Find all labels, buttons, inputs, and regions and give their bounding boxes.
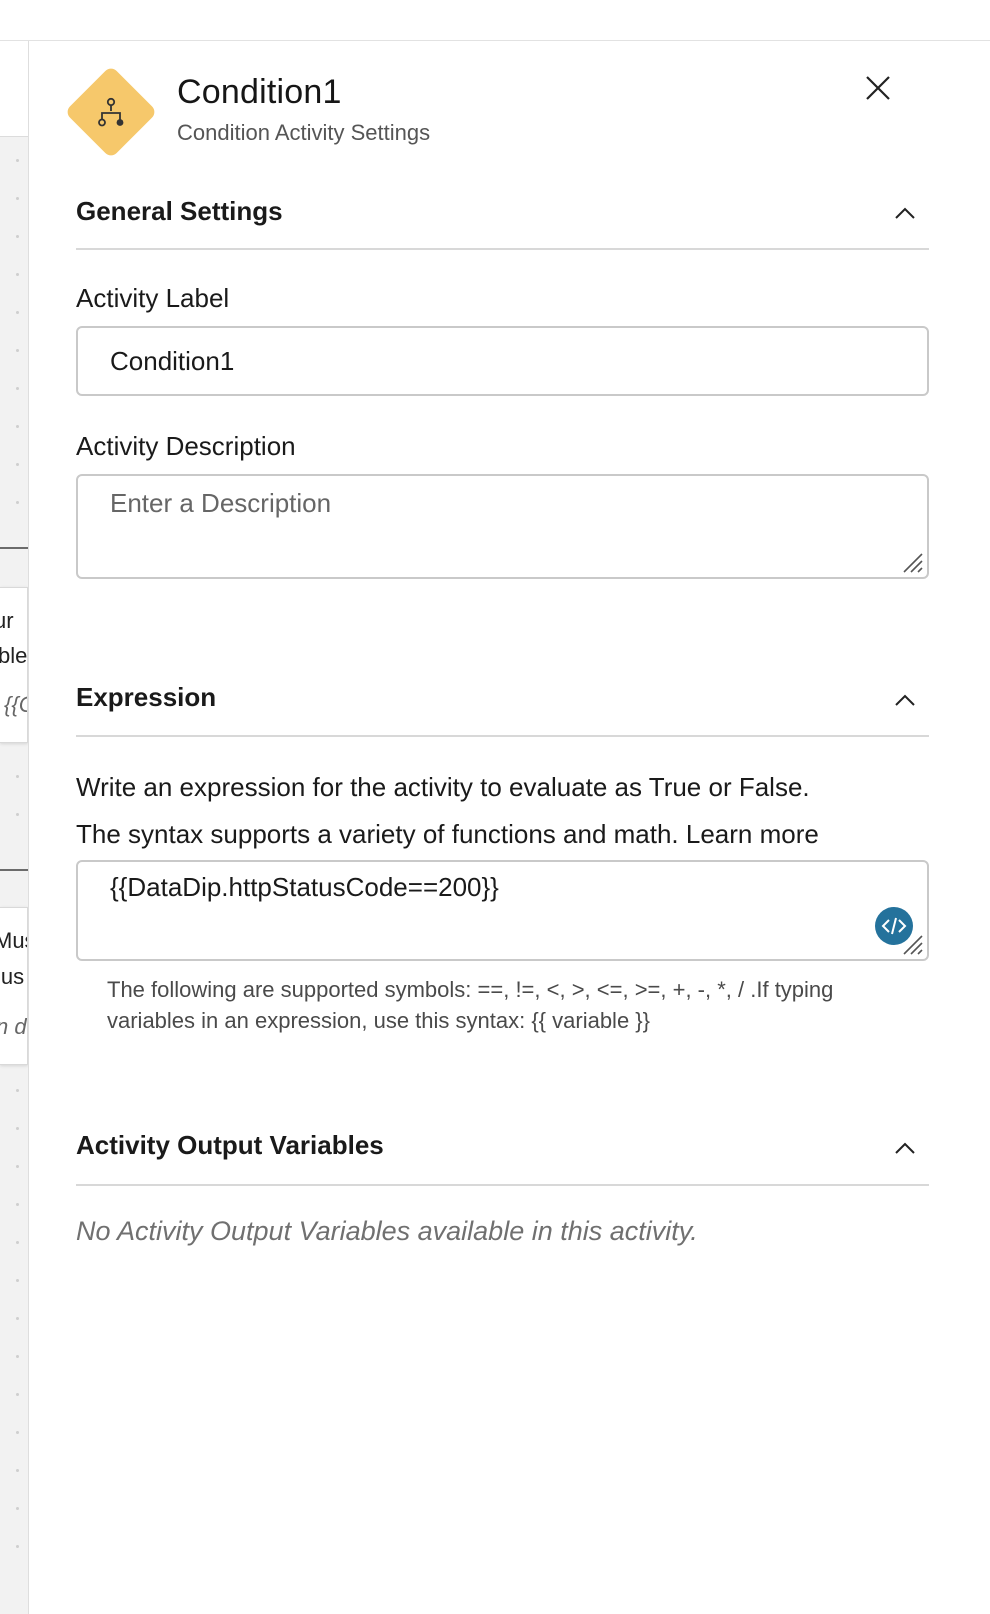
canvas-connector-line <box>0 547 28 549</box>
canvas-grid-dot <box>16 387 19 390</box>
canvas-grid-dot <box>16 1089 19 1092</box>
canvas-grid-dot <box>16 1241 19 1244</box>
canvas-activity-card[interactable]: Mus lus n d <box>0 907 28 1065</box>
canvas-grid-dot <box>16 1355 19 1358</box>
expression-value: {{DataDip.httpStatusCode==200}} <box>110 872 499 902</box>
output-variables-heading: Activity Output Variables <box>76 1130 384 1160</box>
canvas-card-text: ur <box>0 608 14 633</box>
canvas-grid-dot <box>16 1545 19 1548</box>
top-bar <box>0 0 990 41</box>
canvas-grid-dot <box>16 159 19 162</box>
chevron-up-icon <box>895 694 915 706</box>
canvas-grid-dot <box>16 1317 19 1320</box>
canvas-card-text: n d <box>0 1014 27 1039</box>
section-divider <box>76 1184 929 1186</box>
canvas-connector-line <box>0 869 28 871</box>
output-variables-collapse-button[interactable] <box>890 1136 920 1160</box>
canvas-header-area <box>0 41 28 137</box>
canvas-grid-dot <box>16 273 19 276</box>
canvas-grid-dot <box>16 1165 19 1168</box>
canvas-grid-dot <box>16 349 19 352</box>
canvas-grid-dot <box>16 1507 19 1510</box>
chevron-up-icon <box>895 1142 915 1154</box>
canvas-card-text: {{C <box>4 692 27 717</box>
general-settings-collapse-button[interactable] <box>890 201 920 225</box>
expression-syntax-note: The syntax supports a variety of functio… <box>76 819 819 850</box>
canvas-grid-dot <box>16 1431 19 1434</box>
canvas-grid-dot <box>16 501 19 504</box>
canvas-card-text: lus <box>0 964 25 989</box>
section-divider <box>76 735 929 737</box>
canvas-grid-dot <box>16 197 19 200</box>
canvas-grid-dot <box>16 1127 19 1130</box>
learn-more-link[interactable]: Learn more <box>686 819 819 849</box>
canvas-grid-dot <box>16 463 19 466</box>
canvas-grid-dot <box>16 1279 19 1282</box>
expression-help-line-1: The following are supported symbols: ==,… <box>107 977 834 1002</box>
expression-textarea[interactable]: {{DataDip.httpStatusCode==200}} <box>76 860 929 961</box>
close-icon <box>866 76 890 100</box>
canvas-grid-dot <box>16 425 19 428</box>
no-output-variables-message: No Activity Output Variables available i… <box>76 1216 698 1246</box>
activity-description-placeholder: Enter a Description <box>110 488 332 518</box>
panel-subtitle: Condition Activity Settings <box>177 120 431 145</box>
expression-collapse-button[interactable] <box>890 688 920 712</box>
expression-editor-button[interactable] <box>875 907 913 945</box>
close-button[interactable] <box>860 70 896 106</box>
canvas-card-text: ble <box>0 643 28 668</box>
canvas-grid-dot <box>16 813 19 816</box>
canvas-activity-card[interactable]: ur ble {{C <box>0 587 28 743</box>
activity-description-textarea[interactable]: Enter a Description <box>76 474 929 579</box>
canvas-grid-dot <box>16 1203 19 1206</box>
expression-syntax-text: The syntax supports a variety of functio… <box>76 819 679 849</box>
code-icon <box>881 917 907 935</box>
expression-help-line-2: variables in an expression, use this syn… <box>107 1008 650 1033</box>
section-divider <box>76 248 929 250</box>
expression-description: Write an expression for the activity to … <box>76 772 810 802</box>
canvas-grid-dot <box>16 775 19 778</box>
activity-label-label: Activity Label <box>76 283 230 313</box>
flow-branch-icon <box>88 90 134 136</box>
activity-label-value: Condition1 <box>110 346 235 376</box>
canvas-grid-dot <box>16 1393 19 1396</box>
chevron-up-icon <box>895 207 915 219</box>
canvas-card-text: Mus <box>0 928 27 953</box>
canvas-grid-dot <box>16 235 19 238</box>
flow-canvas[interactable]: ur ble {{C Mus lus n d <box>0 41 29 1614</box>
activity-label-input[interactable]: Condition1 <box>76 326 929 396</box>
resize-grip-icon[interactable] <box>900 550 924 574</box>
panel-title: Condition1 <box>177 73 342 111</box>
expression-heading: Expression <box>76 682 217 712</box>
activity-description-label: Activity Description <box>76 431 296 461</box>
canvas-grid-dot <box>16 1469 19 1472</box>
general-settings-heading: General Settings <box>76 196 283 226</box>
canvas-grid-dot <box>16 311 19 314</box>
